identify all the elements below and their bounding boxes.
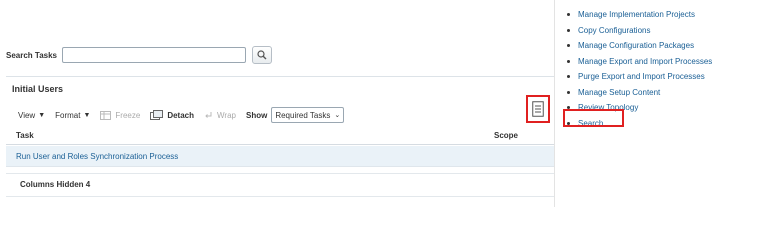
task-item-manage-implementation-projects[interactable]: Manage Implementation Projects (567, 7, 712, 23)
search-tasks-input[interactable] (62, 47, 246, 63)
task-item-manage-configuration-packages[interactable]: Manage Configuration Packages (567, 38, 712, 54)
freeze-label: Freeze (115, 110, 141, 120)
columns-hidden-label: Columns Hidden 4 (20, 180, 90, 189)
search-highlight-box (563, 109, 624, 127)
bullet-icon (567, 13, 570, 17)
caret-down-icon: ▼ (83, 111, 91, 119)
wrap-label: Wrap (217, 110, 236, 120)
bullet-icon (567, 59, 570, 63)
wrap-icon (205, 111, 212, 118)
show-select-value: Required Tasks (275, 110, 331, 120)
show-label: Show (245, 110, 268, 120)
task-link[interactable]: Run User and Roles Synchronization Proce… (16, 152, 178, 161)
task-item-label[interactable]: Manage Configuration Packages (578, 41, 694, 50)
task-item-label[interactable]: Purge Export and Import Processes (578, 72, 705, 81)
wrap-button[interactable]: Wrap (204, 111, 236, 120)
format-menu-label: Format (55, 110, 81, 120)
detach-label: Detach (167, 110, 195, 120)
show-select[interactable]: Required Tasks ⌄ (271, 107, 345, 123)
task-item-label[interactable]: Manage Implementation Projects (578, 10, 695, 19)
bullet-icon (567, 44, 570, 48)
column-header-task[interactable]: Task (16, 131, 34, 140)
task-item-label[interactable]: Copy Configurations (578, 26, 650, 35)
left-pane: Search Tasks Initial Users View ▼ Format… (0, 0, 554, 207)
task-item-label[interactable]: Manage Export and Import Processes (578, 57, 712, 66)
panel-title: Initial Users (12, 84, 64, 94)
bullet-icon (567, 75, 570, 79)
detach-button[interactable]: Detach (150, 110, 194, 120)
search-button[interactable] (252, 46, 272, 64)
task-item-label[interactable]: Manage Setup Content (578, 88, 660, 97)
table-header: Task Scope (6, 128, 554, 145)
task-item-manage-export-import[interactable]: Manage Export and Import Processes (567, 54, 712, 70)
table-toolbar: View ▼ Format ▼ Freeze Detach Wrap Show … (18, 107, 345, 123)
task-item-purge-export-import[interactable]: Purge Export and Import Processes (567, 69, 712, 85)
freeze-icon (100, 110, 112, 120)
chevron-down-icon: ⌄ (334, 112, 341, 119)
caret-down-icon: ▼ (38, 111, 46, 119)
task-item-manage-setup-content[interactable]: Manage Setup Content (567, 85, 712, 101)
columns-hidden-count: 4 (85, 180, 91, 189)
bullet-icon (567, 90, 570, 94)
task-item-copy-configurations[interactable]: Copy Configurations (567, 23, 712, 39)
tasks-panel: Manage Implementation Projects Copy Conf… (555, 0, 766, 207)
search-icon (257, 50, 267, 60)
search-tasks-label: Search Tasks (6, 50, 57, 60)
table-row[interactable]: Run User and Roles Synchronization Proce… (6, 146, 554, 167)
freeze-button[interactable]: Freeze (100, 110, 141, 120)
view-menu[interactable]: View ▼ (18, 111, 45, 120)
columns-hidden-text: Columns Hidden (20, 180, 84, 189)
bullet-icon (567, 28, 570, 32)
format-menu[interactable]: Format ▼ (55, 111, 90, 120)
view-menu-label: View (18, 110, 36, 120)
detach-icon (150, 110, 164, 120)
task-list-icon (532, 101, 544, 117)
task-list-button[interactable] (526, 95, 550, 123)
table-footer: Columns Hidden 4 (6, 173, 554, 197)
search-tasks-row: Search Tasks (6, 46, 272, 64)
column-header-scope[interactable]: Scope (494, 131, 518, 140)
